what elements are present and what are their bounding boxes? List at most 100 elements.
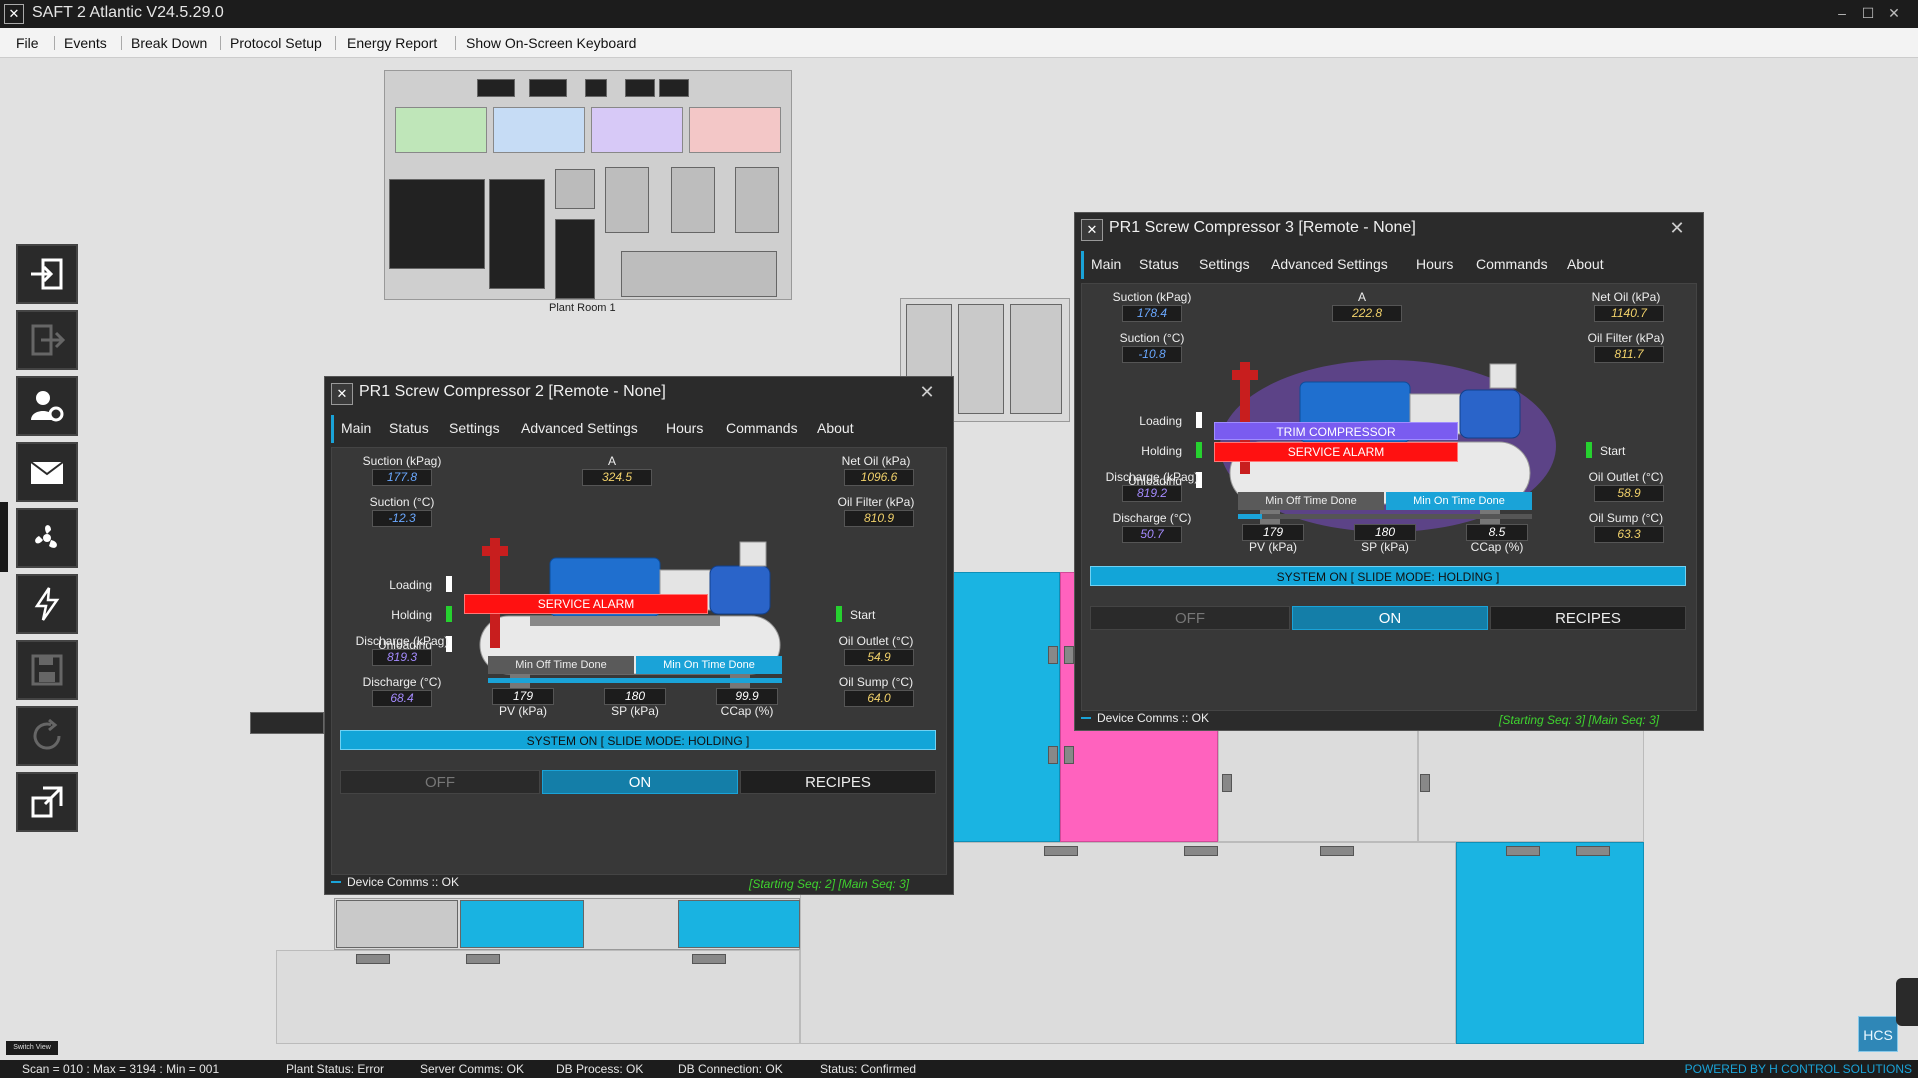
minimize-button[interactable]: – xyxy=(1830,2,1854,24)
vessel-icon[interactable] xyxy=(605,167,649,233)
tab-main[interactable]: Main xyxy=(1091,256,1121,272)
discharge-temp-label: Discharge (°C) xyxy=(362,675,442,689)
compressor-thumbnail[interactable] xyxy=(591,107,683,153)
tab-hours[interactable]: Hours xyxy=(1416,256,1453,272)
energy-button[interactable] xyxy=(16,574,78,634)
tab-hours[interactable]: Hours xyxy=(666,420,703,436)
evaporator-unit[interactable] xyxy=(1064,746,1074,764)
compressor-group-panel[interactable] xyxy=(460,900,584,948)
tab-settings[interactable]: Settings xyxy=(1199,256,1250,272)
mail-button[interactable] xyxy=(16,442,78,502)
sequence-status: [Starting Seq: 3] [Main Seq: 3] xyxy=(1499,713,1660,727)
evaporator-unit[interactable] xyxy=(1222,774,1232,792)
suction-kpag-label: Suction (kPag) xyxy=(1112,290,1192,304)
generator-panel[interactable] xyxy=(489,179,545,289)
tab-advanced-settings[interactable]: Advanced Settings xyxy=(521,420,638,436)
side-panel-toggle[interactable] xyxy=(1896,978,1918,1026)
compressor-thumbnail[interactable] xyxy=(689,107,781,153)
plant-room-thumbnail[interactable] xyxy=(384,70,792,300)
app-logo-icon: ✕ xyxy=(1081,219,1103,241)
vessel-icon[interactable] xyxy=(735,167,779,233)
tab-commands[interactable]: Commands xyxy=(1476,256,1548,272)
close-window-button[interactable]: ✕ xyxy=(1882,2,1906,24)
user-settings-button[interactable] xyxy=(16,376,78,436)
amps-label: A xyxy=(607,454,616,468)
evaporator-unit[interactable] xyxy=(1064,646,1074,664)
recipes-button[interactable]: RECIPES xyxy=(1490,606,1686,630)
close-dialog-button[interactable]: ✕ xyxy=(1665,217,1689,241)
nh3-pumps-panel[interactable] xyxy=(621,251,777,297)
evaporator-tag[interactable] xyxy=(356,954,390,964)
tab-main[interactable]: Main xyxy=(341,420,371,436)
evaporator-unit[interactable] xyxy=(1420,774,1430,792)
logout-button[interactable] xyxy=(16,310,78,370)
tab-status[interactable]: Status xyxy=(1139,256,1179,272)
readout-box xyxy=(625,79,655,97)
menu-energy-report[interactable]: Energy Report xyxy=(347,35,437,51)
compressor-group-panel[interactable] xyxy=(336,900,458,948)
vent-fan-icon[interactable] xyxy=(555,169,595,209)
oil-sump-label: Oil Sump (°C) xyxy=(1588,511,1664,525)
tab-about[interactable]: About xyxy=(1567,256,1604,272)
sequence-status: [Starting Seq: 2] [Main Seq: 3] xyxy=(749,877,910,891)
condenser-panel[interactable] xyxy=(1010,304,1062,414)
compressor-thumbnail[interactable] xyxy=(395,107,487,153)
suction-temp-label: Suction (°C) xyxy=(369,495,435,509)
start-indicator xyxy=(836,606,842,622)
tab-commands[interactable]: Commands xyxy=(726,420,798,436)
on-button[interactable]: ON xyxy=(1292,606,1488,630)
on-button[interactable]: ON xyxy=(542,770,738,794)
menu-protocol-setup[interactable]: Protocol Setup xyxy=(230,35,322,51)
off-button[interactable]: OFF xyxy=(1090,606,1290,630)
compressor-thumbnail[interactable] xyxy=(493,107,585,153)
cold-room-zone[interactable] xyxy=(952,572,1060,842)
evaporator-unit[interactable] xyxy=(1048,646,1058,664)
menu-break-down[interactable]: Break Down xyxy=(131,35,207,51)
vessel-icon[interactable] xyxy=(671,167,715,233)
evaporator-tag[interactable] xyxy=(1320,846,1354,856)
cold-room-zone[interactable] xyxy=(276,950,800,1044)
fan-icon xyxy=(35,525,57,548)
evaporator-tag[interactable] xyxy=(1184,846,1218,856)
condenser-panel[interactable] xyxy=(958,304,1004,414)
login-button[interactable] xyxy=(16,244,78,304)
evaporator-tag[interactable] xyxy=(1576,846,1610,856)
switch-view-button[interactable]: Switch View xyxy=(6,1041,58,1055)
cold-room-zone[interactable] xyxy=(1218,730,1418,842)
energy-management-panel[interactable] xyxy=(389,179,485,269)
evaporator-tag[interactable] xyxy=(466,954,500,964)
expand-button[interactable] xyxy=(16,772,78,832)
tab-about[interactable]: About xyxy=(817,420,854,436)
maximize-button[interactable]: ☐ xyxy=(1856,2,1880,24)
menu-show-keyboard[interactable]: Show On-Screen Keyboard xyxy=(466,35,636,51)
save-button[interactable] xyxy=(16,640,78,700)
discharge-kpag-label: Discharge (kPag) xyxy=(1105,470,1199,484)
active-tab-indicator xyxy=(1081,251,1084,279)
fan-button[interactable] xyxy=(16,508,78,568)
capacity-progress-fill xyxy=(1238,514,1262,519)
capacity-progress xyxy=(488,678,782,683)
menu-events[interactable]: Events xyxy=(64,35,107,51)
sensor-readout-panel[interactable] xyxy=(250,712,324,734)
holding-indicator xyxy=(1196,442,1202,458)
close-dialog-button[interactable]: ✕ xyxy=(915,381,939,405)
start-indicator xyxy=(1586,442,1592,458)
evaporator-tag[interactable] xyxy=(1506,846,1540,856)
evaporator-tag[interactable] xyxy=(1044,846,1078,856)
menu-separator xyxy=(54,36,55,50)
discharge-temp-value: 50.7 xyxy=(1122,526,1182,543)
tab-settings[interactable]: Settings xyxy=(449,420,500,436)
menu-file[interactable]: File xyxy=(16,35,39,51)
cold-room-zone[interactable] xyxy=(1456,842,1644,1044)
evaporator-tag[interactable] xyxy=(692,954,726,964)
tab-status[interactable]: Status xyxy=(389,420,429,436)
sidebar-handle[interactable] xyxy=(0,502,8,572)
tab-advanced-settings[interactable]: Advanced Settings xyxy=(1271,256,1388,272)
recipes-button[interactable]: RECIPES xyxy=(740,770,936,794)
evaporator-unit[interactable] xyxy=(1048,746,1058,764)
cold-room-zone[interactable] xyxy=(1418,730,1644,842)
refresh-button[interactable] xyxy=(16,706,78,766)
logout-icon xyxy=(31,324,65,356)
compressor-group-panel[interactable] xyxy=(678,900,800,948)
off-button[interactable]: OFF xyxy=(340,770,540,794)
